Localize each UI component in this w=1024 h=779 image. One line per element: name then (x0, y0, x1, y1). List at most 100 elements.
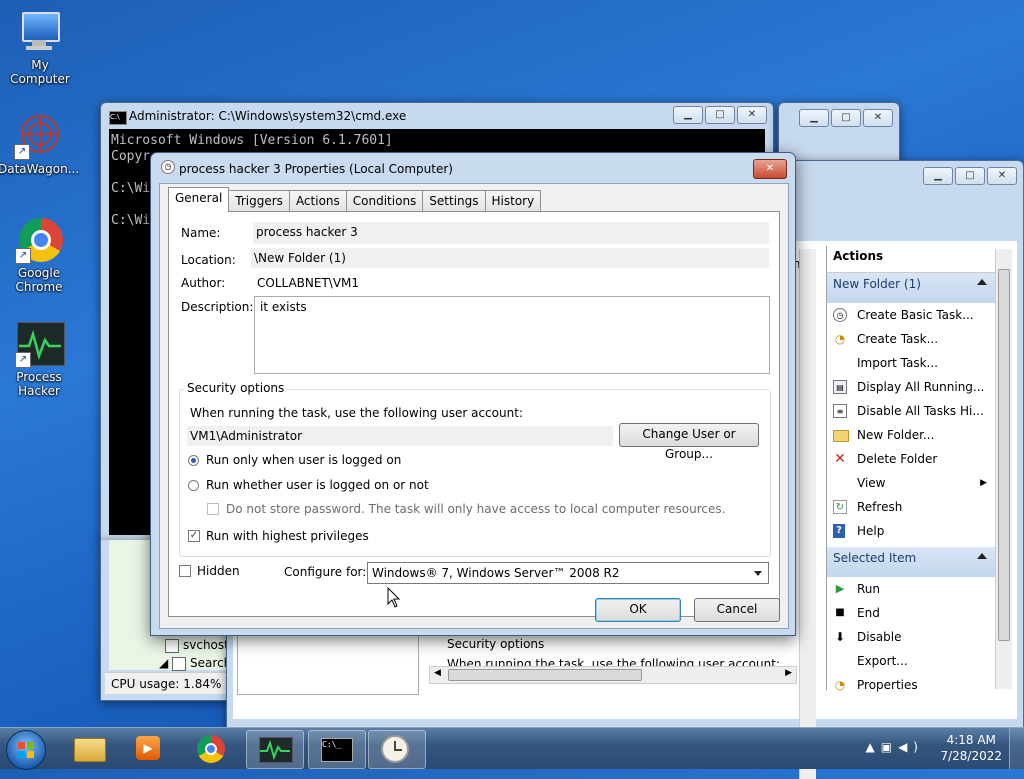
disable-history-icon: ≡ (833, 404, 847, 418)
highest-privileges-checkbox[interactable]: ✓ (188, 530, 200, 542)
action-export[interactable]: Export... (827, 649, 995, 673)
scroll-left-arrow[interactable]: ◀ (434, 668, 441, 678)
background-window[interactable]: ▁ □ ✕ (778, 102, 900, 164)
maximize-button[interactable]: □ (705, 106, 735, 124)
action-properties[interactable]: ◔ Properties (827, 673, 995, 697)
highest-privileges-label[interactable]: Run with highest privileges (206, 529, 369, 543)
action-run[interactable]: ▶ Run (827, 577, 995, 601)
author-value: COLLABNET\VM1 (257, 276, 360, 290)
description-input[interactable]: it exists (254, 296, 770, 374)
tab-conditions[interactable]: Conditions (345, 190, 424, 211)
scroll-thumb[interactable] (998, 269, 1010, 641)
clock[interactable]: 4:18 AM 7/28/2022 (940, 732, 1002, 764)
collapse-icon[interactable] (977, 553, 987, 559)
actions-group-folder[interactable]: New Folder (1) (827, 273, 995, 303)
action-new-folder[interactable]: New Folder... (827, 423, 995, 447)
taskbar-process-hacker[interactable] (246, 730, 304, 769)
actions-pane: Actions New Folder (1) ◷ Create Basic Tas… (826, 246, 995, 692)
cmd-titlebar[interactable]: C:\ Administrator: C:\Windows\system32\c… (101, 103, 773, 129)
desktop-icon-process-hacker[interactable]: ↗ Process Hacker (0, 320, 79, 398)
properties-icon: ◔ (834, 678, 846, 692)
windows-logo-icon (18, 742, 34, 758)
tab-history[interactable]: History (484, 190, 542, 211)
action-end[interactable]: ■ End (827, 601, 995, 625)
properties-dialog[interactable]: ◷ process hacker 3 Properties (Local Com… (150, 152, 796, 636)
details-scrollbar[interactable] (799, 249, 816, 779)
taskbar-explorer[interactable] (62, 730, 118, 767)
tree-item[interactable]: svchost. (165, 638, 233, 653)
action-create-basic-task[interactable]: ◷ Create Basic Task... (827, 303, 995, 327)
hidden-checkbox[interactable] (179, 565, 191, 577)
action-create-task[interactable]: ◔ Create Task... (827, 327, 995, 351)
horizontal-scrollbar[interactable]: ◀ ▶ (429, 666, 797, 684)
action-import-task[interactable]: Import Task... (827, 351, 995, 375)
cpu-usage: CPU usage: 1.84% (111, 677, 222, 691)
account-prompt: When running the task, use the following… (190, 406, 523, 420)
actions-scrollbar[interactable] (995, 249, 1012, 689)
tab-general[interactable]: General (168, 187, 230, 212)
taskbar-chrome[interactable] (184, 730, 240, 767)
minimize-button[interactable]: ▁ (923, 167, 953, 185)
run-whether-label[interactable]: Run whether user is logged on or not (206, 478, 429, 492)
action-view[interactable]: View ▶ (827, 471, 995, 495)
refresh-icon: ↻ (833, 500, 847, 514)
name-label: Name: (181, 226, 221, 240)
scroll-right-arrow[interactable]: ▶ (785, 668, 792, 678)
action-delete-folder[interactable]: ✕ Delete Folder (827, 447, 995, 471)
action-disable-history[interactable]: ≡ Disable All Tasks Hi... (827, 399, 995, 423)
desktop-icon-my-computer[interactable]: My Computer (0, 8, 80, 86)
dialog-titlebar[interactable]: ◷ process hacker 3 Properties (Local Com… (151, 153, 795, 179)
action-label: Create Task... (857, 332, 939, 346)
scroll-thumb[interactable] (448, 669, 642, 681)
run-logged-on-label[interactable]: Run only when user is logged on (206, 453, 401, 467)
hidden-label[interactable]: Hidden (197, 564, 240, 578)
desktop-icon-datawagon[interactable]: ↗ DataWagon... (0, 112, 79, 176)
computer-icon (16, 8, 64, 56)
close-button[interactable]: ✕ (753, 159, 787, 179)
system-tray[interactable]: ▲▣◀) (866, 740, 925, 754)
taskbar-task-scheduler[interactable] (368, 730, 426, 769)
action-display-running[interactable]: ▤ Display All Running... (827, 375, 995, 399)
action-disable[interactable]: ⬇ Disable (827, 625, 995, 649)
maximize-button[interactable]: □ (831, 109, 861, 127)
action-label: Create Basic Task... (857, 308, 974, 322)
close-button[interactable]: ✕ (987, 167, 1017, 185)
minimize-button[interactable]: ▁ (799, 109, 829, 127)
location-field: \New Folder (1) (251, 248, 769, 268)
action-label: Disable (857, 630, 902, 644)
run-whether-radio[interactable] (188, 480, 199, 491)
minimize-button[interactable]: ▁ (673, 106, 703, 124)
close-button[interactable]: ✕ (863, 109, 893, 127)
desktop-icon-label: My Computer (10, 58, 70, 86)
cancel-button[interactable]: Cancel (694, 598, 780, 622)
security-options-title: Security options (184, 381, 288, 395)
tab-triggers[interactable]: Triggers (228, 190, 290, 211)
status-bar: CPU usage: 1.84% P (105, 672, 240, 694)
actions-group-selected[interactable]: Selected Item (827, 547, 995, 577)
help-icon: ? (833, 524, 845, 538)
maximize-button[interactable]: □ (955, 167, 985, 185)
name-field[interactable]: process hacker 3 (253, 222, 769, 244)
tray-expand-icon[interactable]: ▲ (866, 740, 881, 754)
show-desktop-button[interactable] (1009, 728, 1024, 769)
taskbar-cmd[interactable]: C:\_ (308, 730, 366, 769)
volume-icon[interactable]: ◀) (898, 740, 924, 754)
configure-for-select[interactable]: Windows® 7, Windows Server™ 2008 R2 (367, 562, 769, 584)
close-button[interactable]: ✕ (737, 106, 767, 124)
start-button[interactable] (6, 730, 46, 770)
submenu-arrow-icon: ▶ (980, 478, 987, 488)
run-logged-on-radio[interactable] (188, 455, 199, 466)
tab-actions[interactable]: Actions (288, 190, 347, 211)
action-refresh[interactable]: ↻ Refresh (827, 495, 995, 519)
network-icon[interactable]: ▣ (881, 740, 898, 754)
tab-settings[interactable]: Settings (422, 190, 486, 211)
desktop-icon-google-chrome[interactable]: ↗ Google Chrome (0, 216, 79, 294)
action-help[interactable]: ? Help (827, 519, 995, 543)
change-user-button[interactable]: Change User or Group... (619, 423, 759, 461)
ok-button[interactable]: OK (595, 598, 681, 622)
clock-date: 7/28/2022 (940, 749, 1002, 763)
no-store-password-checkbox[interactable] (207, 503, 219, 515)
taskbar-media-player[interactable]: ▶ (122, 730, 178, 767)
configure-for-value: Windows® 7, Windows Server™ 2008 R2 (372, 566, 620, 580)
collapse-icon[interactable] (977, 279, 987, 285)
